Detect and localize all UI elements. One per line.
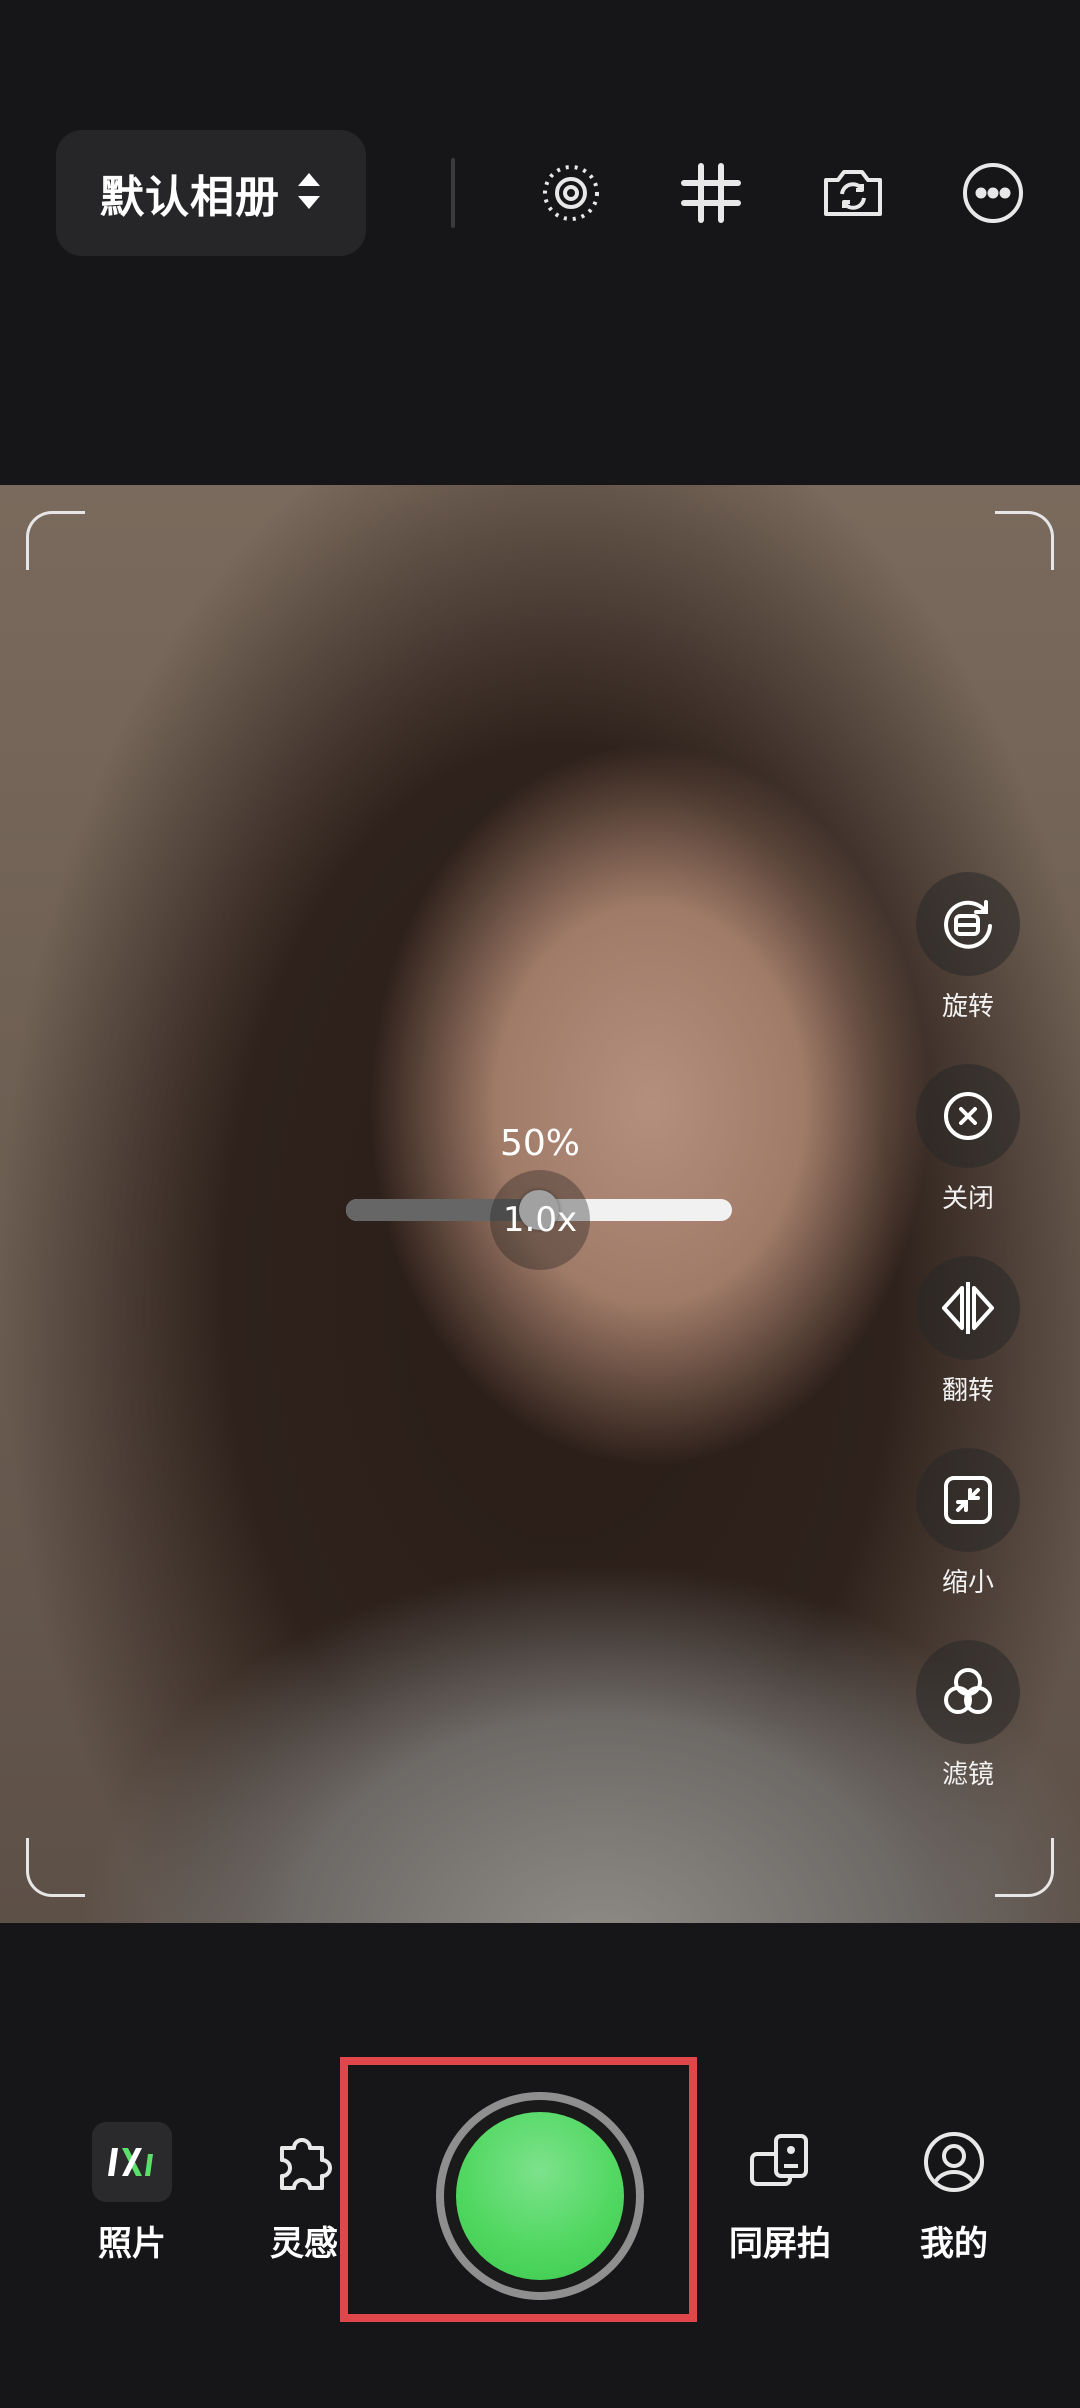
- zoom-label: 1.0x: [502, 1200, 578, 1240]
- flip-button[interactable]: 翻转: [910, 1256, 1026, 1407]
- filter-label: 滤镜: [941, 1760, 994, 1790]
- flip-icon: [916, 1256, 1020, 1360]
- grid-icon[interactable]: [676, 158, 746, 228]
- close-label: 关闭: [941, 1184, 994, 1214]
- profile-button[interactable]: 我的: [884, 2122, 1024, 2265]
- shrink-label: 缩小: [941, 1568, 994, 1598]
- photos-button[interactable]: 照片: [62, 2122, 202, 2265]
- rotate-label: 旋转: [941, 992, 994, 1022]
- shutter-ring: [444, 2100, 636, 2292]
- opacity-value: 50%: [499, 1123, 580, 1164]
- light-icon[interactable]: [536, 158, 606, 228]
- same-screen-shoot-button[interactable]: 同屏拍: [710, 2122, 850, 2265]
- toolbar-divider: [451, 158, 455, 228]
- album-label: 默认相册: [100, 172, 280, 223]
- rotate-icon: [916, 872, 1020, 976]
- frame-corner-top-right: [995, 511, 1054, 570]
- filter-button[interactable]: 滤镜: [910, 1640, 1026, 1791]
- shrink-button[interactable]: 缩小: [910, 1448, 1026, 1599]
- same-screen-label: 同屏拍: [729, 2224, 831, 2264]
- photos-label: 照片: [98, 2224, 166, 2264]
- sort-arrows-icon: [296, 171, 322, 215]
- same-screen-icon: [740, 2122, 820, 2202]
- puzzle-icon: [264, 2122, 344, 2202]
- frame-corner-top-left: [26, 511, 85, 570]
- close-overlay-button[interactable]: 关闭: [910, 1064, 1026, 1215]
- rotate-button[interactable]: 旋转: [910, 872, 1026, 1023]
- shrink-icon: [916, 1448, 1020, 1552]
- flip-label: 翻转: [941, 1376, 994, 1406]
- frame-corner-bottom-right: [995, 1838, 1054, 1897]
- shutter-core: [456, 2112, 624, 2280]
- close-icon: [916, 1064, 1020, 1168]
- zoom-button[interactable]: 1.0x: [490, 1170, 590, 1270]
- filter-icon: [916, 1640, 1020, 1744]
- profile-label: 我的: [920, 2224, 988, 2264]
- profile-icon: [914, 2122, 994, 2202]
- shutter-button[interactable]: [436, 2092, 644, 2300]
- album-selector-button[interactable]: 默认相册: [56, 130, 366, 256]
- frame-corner-bottom-left: [26, 1838, 85, 1897]
- more-icon[interactable]: [958, 158, 1028, 228]
- photos-logo-icon: [92, 2122, 172, 2202]
- switch-camera-icon[interactable]: [818, 158, 888, 228]
